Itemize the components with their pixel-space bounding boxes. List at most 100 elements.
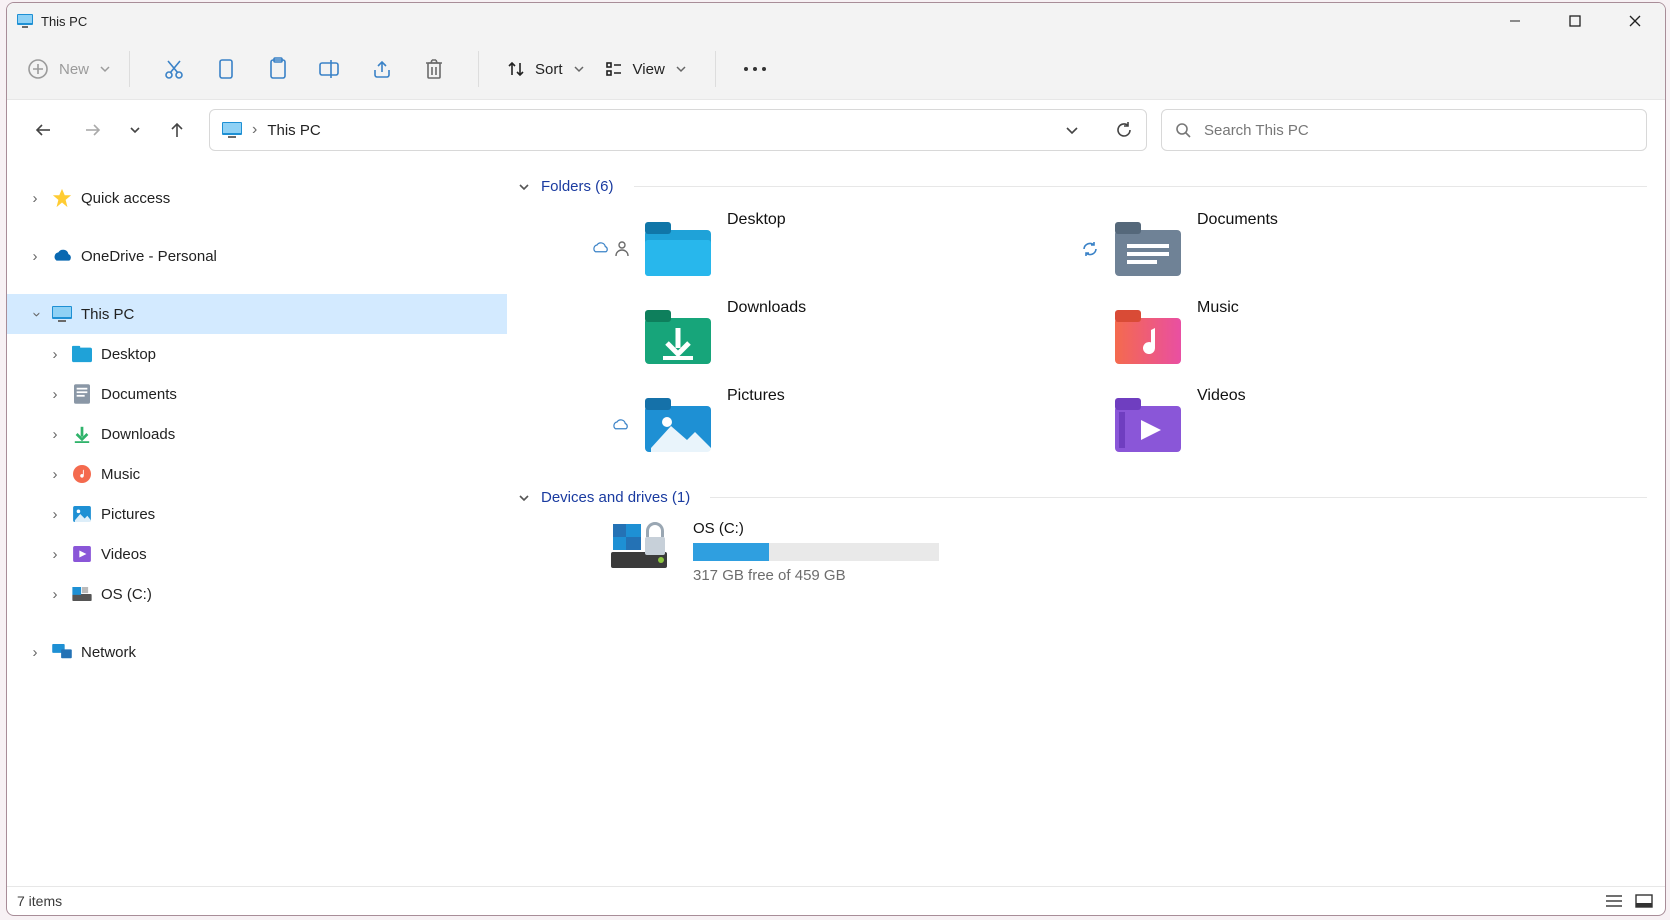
drive-name: OS (C:) xyxy=(693,520,939,537)
share-button[interactable] xyxy=(364,51,400,87)
new-label: New xyxy=(59,61,89,78)
person-icon xyxy=(615,241,629,257)
search-placeholder: Search This PC xyxy=(1204,122,1309,139)
chevron-right-icon: › xyxy=(25,190,45,207)
group-label: Folders (6) xyxy=(541,178,614,195)
rename-button[interactable] xyxy=(312,51,348,87)
cloud-icon xyxy=(611,418,629,432)
paste-button[interactable] xyxy=(260,51,296,87)
sort-button[interactable]: Sort xyxy=(507,60,585,78)
tree-onedrive[interactable]: › OneDrive - Personal xyxy=(7,236,507,276)
folder-music[interactable]: Music xyxy=(1039,293,1509,381)
drive-icon xyxy=(71,583,93,605)
folder-label: Pictures xyxy=(727,387,785,405)
up-button[interactable] xyxy=(159,112,195,148)
status-bar: 7 items xyxy=(7,886,1665,915)
tree-label: Documents xyxy=(101,386,177,403)
tree-pictures[interactable]: › Pictures xyxy=(7,494,507,534)
chevron-right-icon: › xyxy=(45,506,65,523)
chevron-right-icon: › xyxy=(45,386,65,403)
star-icon xyxy=(51,187,73,209)
maximize-button[interactable] xyxy=(1545,3,1605,39)
ellipsis-icon xyxy=(744,67,766,71)
chevron-right-icon: › xyxy=(25,644,45,661)
address-dropdown-button[interactable] xyxy=(1064,122,1080,138)
group-header-drives[interactable]: Devices and drives (1) xyxy=(507,489,1647,506)
search-icon xyxy=(1174,121,1192,139)
recent-locations-button[interactable] xyxy=(125,112,145,148)
tree-label: Downloads xyxy=(101,426,175,443)
back-button[interactable] xyxy=(25,112,61,148)
chevron-right-icon: › xyxy=(25,248,45,265)
more-button[interactable] xyxy=(744,67,766,71)
tree-videos[interactable]: › Videos xyxy=(7,534,507,574)
download-icon xyxy=(71,423,93,445)
chevron-down-icon xyxy=(675,63,687,75)
music-folder-icon xyxy=(1113,307,1183,367)
tree-quick-access[interactable]: › Quick access xyxy=(7,178,507,218)
details-view-button[interactable] xyxy=(1603,892,1625,910)
address-bar[interactable]: › This PC xyxy=(209,109,1147,151)
chevron-down-icon xyxy=(573,63,585,75)
tree-desktop[interactable]: › Desktop xyxy=(7,334,507,374)
copy-button[interactable] xyxy=(208,51,244,87)
drive-icon xyxy=(611,520,679,570)
group-header-folders[interactable]: Folders (6) xyxy=(507,178,1647,195)
chevron-down-icon xyxy=(99,63,111,75)
content-pane: Folders (6) Desktop xyxy=(507,160,1665,886)
folder-documents[interactable]: Documents xyxy=(1039,205,1509,293)
view-label: View xyxy=(633,61,665,78)
folder-pictures[interactable]: Pictures xyxy=(569,381,1039,469)
folders-grid: Desktop Documents xyxy=(569,205,1647,469)
folder-videos[interactable]: Videos xyxy=(1039,381,1509,469)
tree-osc-drive[interactable]: › OS (C:) xyxy=(7,574,507,614)
music-icon xyxy=(71,463,93,485)
tree-label: OneDrive - Personal xyxy=(81,248,217,265)
sync-icon xyxy=(1081,240,1099,258)
search-box[interactable]: Search This PC xyxy=(1161,109,1647,151)
command-bar: New Sort View xyxy=(7,39,1665,100)
folder-label: Music xyxy=(1197,299,1239,317)
refresh-button[interactable] xyxy=(1114,120,1134,140)
downloads-folder-icon xyxy=(643,307,713,367)
document-icon xyxy=(71,383,93,405)
documents-folder-icon xyxy=(1113,219,1183,279)
desktop-folder-icon xyxy=(643,219,713,279)
new-button[interactable]: New xyxy=(27,58,111,80)
tree-label: Music xyxy=(101,466,140,483)
chevron-down-icon: › xyxy=(29,304,46,324)
tree-this-pc[interactable]: › This PC xyxy=(7,294,507,334)
tree-network[interactable]: › Network xyxy=(7,632,507,672)
close-button[interactable] xyxy=(1605,3,1665,39)
tree-label: Network xyxy=(81,644,136,661)
delete-button[interactable] xyxy=(416,51,452,87)
network-icon xyxy=(51,641,73,663)
view-button[interactable]: View xyxy=(605,60,687,78)
forward-button[interactable] xyxy=(75,112,111,148)
window-title: This PC xyxy=(41,14,87,29)
tree-label: Videos xyxy=(101,546,147,563)
breadcrumb[interactable]: This PC xyxy=(267,122,320,139)
tree-downloads[interactable]: › Downloads xyxy=(7,414,507,454)
drive-free-text: 317 GB free of 459 GB xyxy=(693,567,939,584)
monitor-icon xyxy=(17,14,33,28)
group-label: Devices and drives (1) xyxy=(541,489,690,506)
tree-music[interactable]: › Music xyxy=(7,454,507,494)
tree-label: Pictures xyxy=(101,506,155,523)
folder-desktop[interactable]: Desktop xyxy=(569,205,1039,293)
minimize-button[interactable] xyxy=(1485,3,1545,39)
tree-documents[interactable]: › Documents xyxy=(7,374,507,414)
drive-osc[interactable]: OS (C:) 317 GB free of 459 GB xyxy=(611,516,1647,584)
folder-label: Videos xyxy=(1197,387,1246,405)
chevron-down-icon xyxy=(517,491,531,505)
folder-downloads[interactable]: Downloads xyxy=(569,293,1039,381)
cut-button[interactable] xyxy=(156,51,192,87)
desktop-folder-icon xyxy=(71,343,93,365)
tree-label: Quick access xyxy=(81,190,170,207)
sort-label: Sort xyxy=(535,61,563,78)
thumbnails-view-button[interactable] xyxy=(1633,892,1655,910)
monitor-icon xyxy=(51,303,73,325)
monitor-icon xyxy=(222,122,242,138)
tree-label: Desktop xyxy=(101,346,156,363)
titlebar: This PC xyxy=(7,3,1665,39)
